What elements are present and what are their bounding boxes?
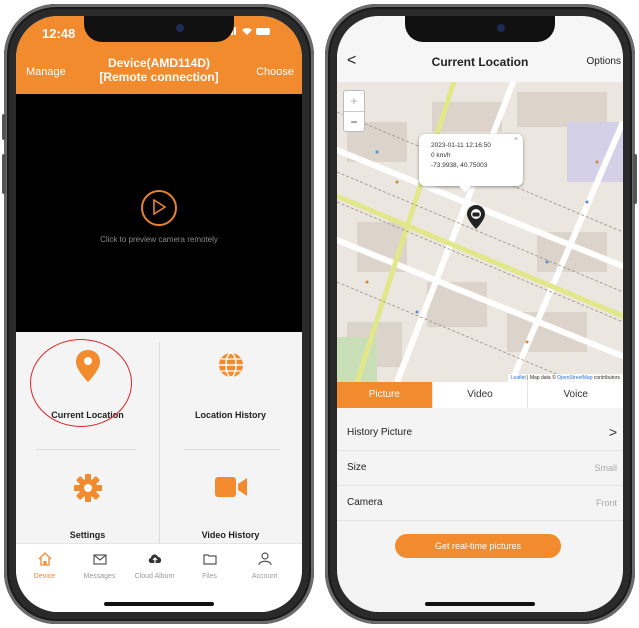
- divider: [36, 449, 136, 450]
- camera-preview[interactable]: Click to preview camera remotely: [16, 94, 302, 332]
- get-realtime-pictures-button[interactable]: Get real-time pictures: [395, 534, 561, 558]
- bottom-tab-bar: Device Messages Cloud Album Files Accoun…: [16, 543, 302, 612]
- tab-video[interactable]: Video: [433, 382, 529, 408]
- cloud-icon: [148, 554, 161, 563]
- popup-close-button[interactable]: ×: [514, 135, 518, 145]
- left-screen: 12:48 Manage Device(AMD114D) [Remote con…: [16, 16, 302, 612]
- divider: [184, 449, 280, 450]
- video-camera-icon: [214, 476, 247, 503]
- camera-dot: [176, 24, 184, 32]
- popup-speed: 0 km/h: [431, 152, 451, 159]
- left-phone-frame: 12:48 Manage Device(AMD114D) [Remote con…: [2, 4, 314, 624]
- tab-picture[interactable]: Picture: [337, 382, 433, 408]
- location-history-button[interactable]: Location History: [159, 332, 302, 448]
- home-indicator: [104, 602, 214, 606]
- camera-row[interactable]: Camera Front: [337, 486, 623, 521]
- status-time: 12:48: [42, 26, 76, 41]
- volume-button: [2, 114, 6, 140]
- tab-files[interactable]: Files: [181, 552, 238, 580]
- tab-device[interactable]: Device: [16, 552, 73, 580]
- home-indicator: [425, 602, 535, 606]
- attribution-text: | Map data ©: [525, 375, 558, 381]
- gear-icon: [73, 474, 102, 507]
- right-phone-frame: < Current Location Options + − × 2023-01…: [325, 4, 637, 624]
- zoom-in-button[interactable]: +: [344, 91, 364, 112]
- feature-label: Location History: [194, 410, 266, 420]
- mail-icon: [92, 554, 107, 565]
- attribution-text: contributors: [592, 375, 620, 381]
- location-popup: × 2023-01-11 12:16:50 0 km/h -73.9938, 4…: [419, 134, 523, 192]
- tab-label: Messages: [83, 573, 116, 580]
- tab-label: Device: [33, 573, 56, 580]
- folder-icon: [202, 554, 217, 565]
- size-row[interactable]: Size Small: [337, 451, 623, 486]
- tab-voice[interactable]: Voice: [528, 382, 623, 408]
- right-screen: < Current Location Options + − × 2023-01…: [337, 16, 623, 612]
- notch: [405, 16, 555, 42]
- page-title: Current Location: [431, 55, 529, 69]
- play-icon[interactable]: [141, 190, 177, 226]
- tab-label: Cloud Album: [134, 573, 175, 580]
- tab-cloud-album[interactable]: Cloud Album: [126, 552, 183, 580]
- location-header: < Current Location Options: [337, 42, 623, 82]
- history-picture-row[interactable]: History Picture >: [337, 416, 623, 451]
- row-label: History Picture: [347, 427, 413, 438]
- choose-button[interactable]: Choose: [256, 66, 294, 78]
- tab-messages[interactable]: Messages: [71, 552, 128, 580]
- popup-coordinates: -73.9938, 40.75003: [431, 162, 488, 169]
- row-value: Small: [594, 463, 617, 473]
- preview-hint: Click to preview camera remotely: [100, 235, 218, 244]
- power-button: [633, 154, 637, 204]
- tab-label: Files: [202, 573, 217, 580]
- home-icon: [38, 552, 51, 566]
- map-view[interactable]: + − × 2023-01-11 12:16:50 0 km/h -73.993…: [337, 82, 623, 382]
- zoom-out-button[interactable]: −: [344, 112, 364, 132]
- tab-account[interactable]: Account: [236, 552, 293, 580]
- row-label: Size: [347, 462, 367, 473]
- status-icons: [228, 26, 272, 39]
- feature-label: Settings: [69, 530, 106, 540]
- popup-timestamp: 2023-01-11 12:16:50: [431, 142, 491, 149]
- zoom-control: + −: [343, 90, 365, 132]
- row-label: Camera: [347, 497, 383, 508]
- volume-button: [2, 154, 6, 194]
- leaflet-link[interactable]: Leaflet: [511, 375, 526, 381]
- options-button[interactable]: Options: [587, 56, 621, 67]
- tab-label: Account: [251, 573, 278, 580]
- chevron-right-icon: >: [608, 424, 617, 440]
- signal-wifi-battery-icon: [228, 27, 270, 35]
- feature-label: Video History: [201, 530, 260, 540]
- osm-link[interactable]: OpenStreetMap: [557, 375, 592, 381]
- row-value: Front: [595, 498, 617, 508]
- map-attribution: Leaflet | Map data © OpenStreetMap contr…: [507, 374, 623, 382]
- location-marker-icon[interactable]: [467, 205, 485, 234]
- globe-icon: [218, 352, 244, 383]
- media-type-tabs: Picture Video Voice: [337, 382, 623, 408]
- person-icon: [257, 552, 272, 566]
- notch: [84, 16, 234, 42]
- camera-dot: [497, 24, 505, 32]
- highlight-circle: [30, 339, 132, 427]
